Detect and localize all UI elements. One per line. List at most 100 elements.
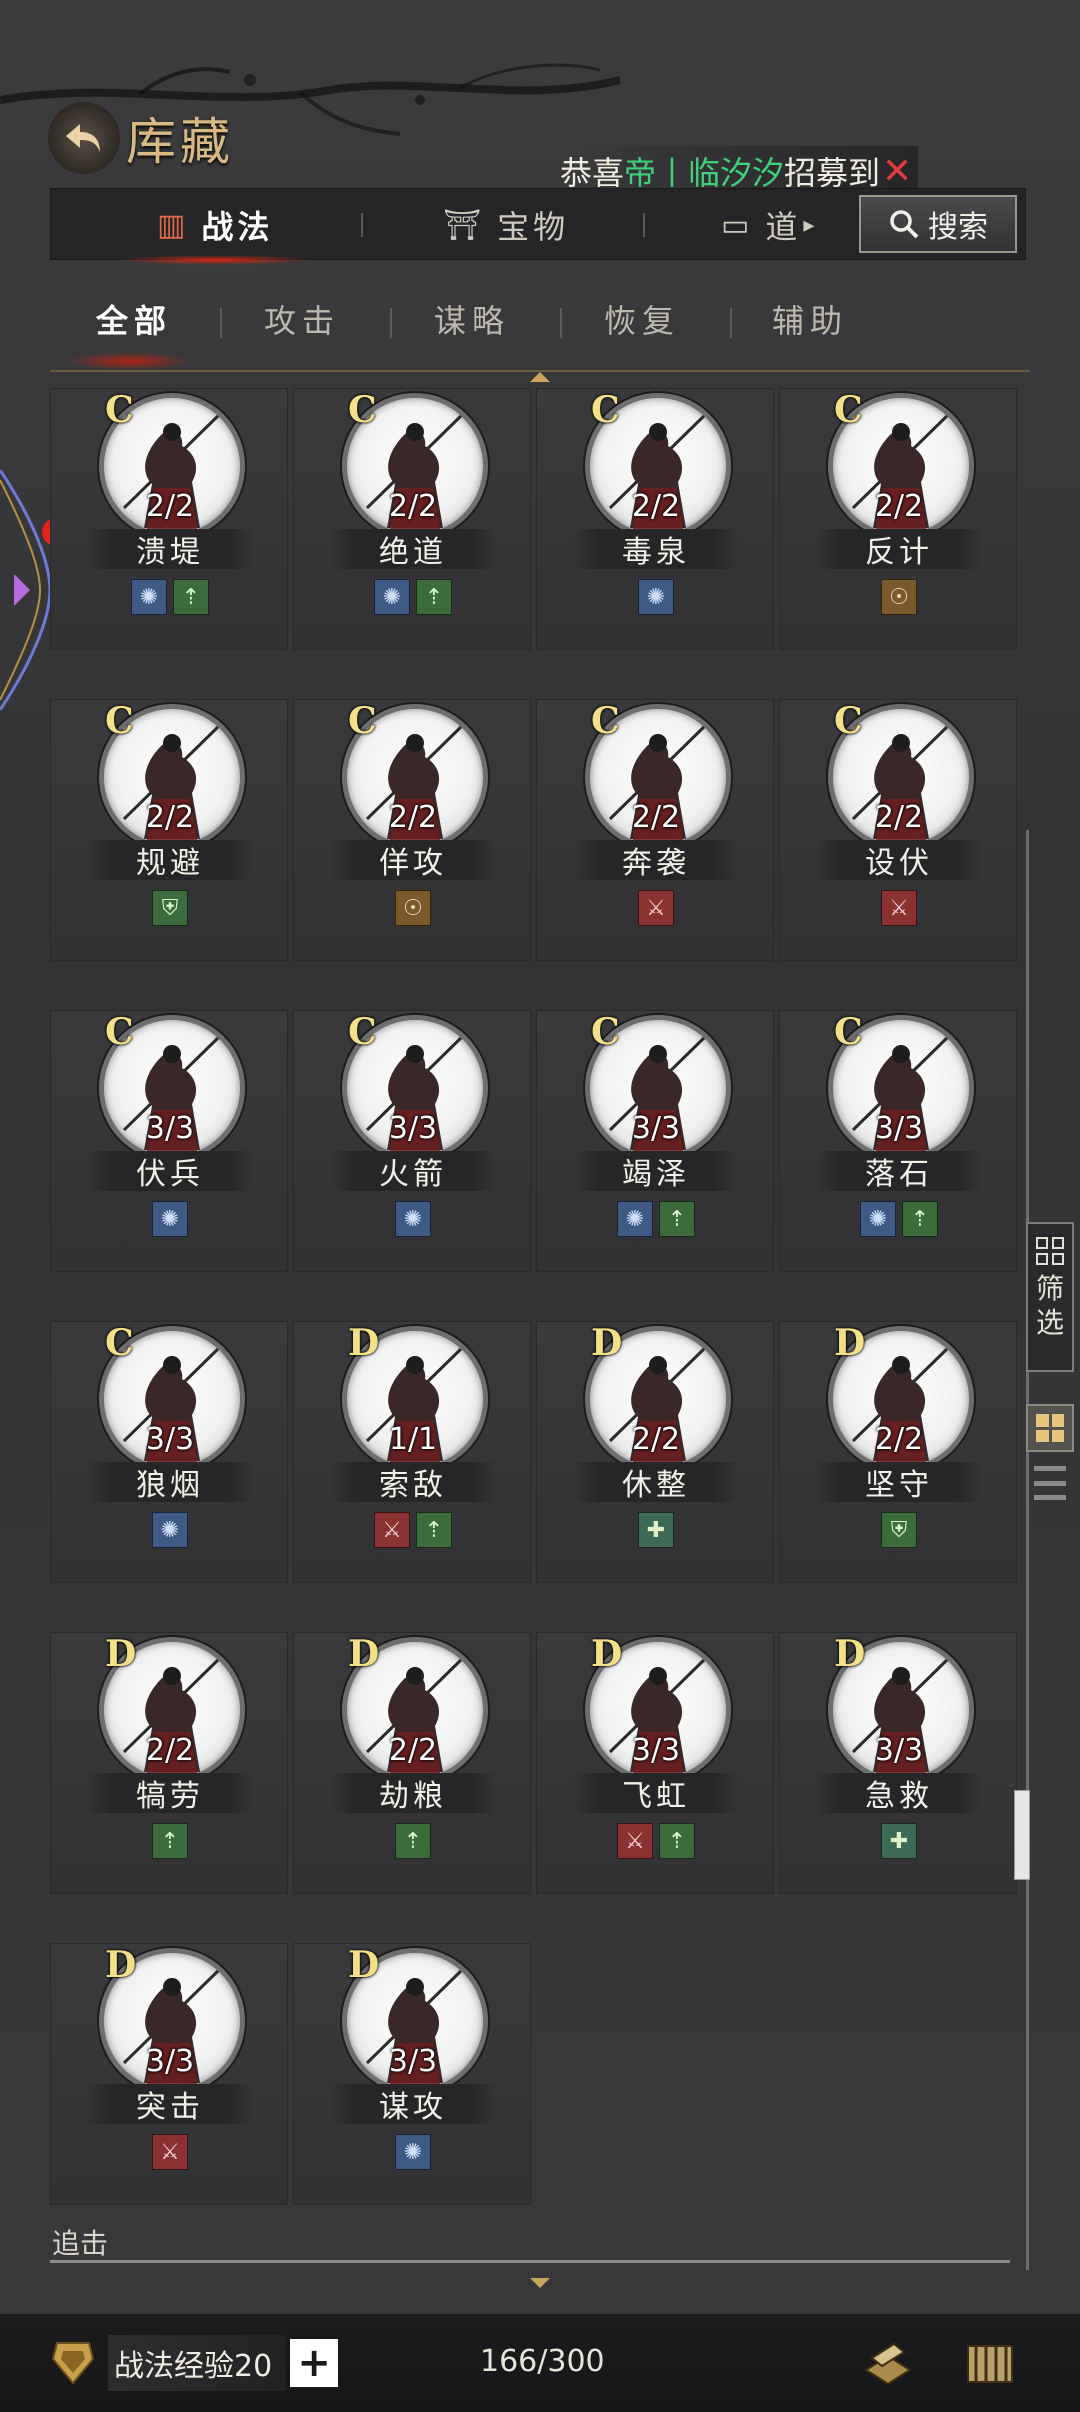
tab-items-arrow-icon: ▸ bbox=[803, 212, 819, 238]
tactic-card[interactable]: D 2/2 犒劳 ⇡ bbox=[50, 1632, 288, 1894]
scroll-up-indicator-icon bbox=[530, 372, 550, 382]
tactic-name: 落石 bbox=[816, 1151, 982, 1192]
scroll-bundle-icon[interactable] bbox=[958, 2332, 1022, 2396]
subtab-all[interactable]: 全部 bbox=[65, 296, 193, 370]
tactic-name: 火箭 bbox=[330, 1151, 496, 1192]
tactic-card[interactable]: C 3/3 落石 ✺ ⇡ bbox=[779, 1010, 1017, 1272]
attack-type-icon: ⚔ bbox=[881, 890, 917, 926]
grade-badge: C bbox=[105, 700, 134, 742]
buff-type-icon: ⇡ bbox=[416, 579, 452, 615]
scrollbar-thumb[interactable] bbox=[1014, 1790, 1030, 1880]
tab-treasure[interactable]: ⛩ 宝物 bbox=[443, 189, 569, 261]
tactic-count: 3/3 bbox=[145, 2044, 195, 2079]
tactic-name: 狼烟 bbox=[87, 1462, 253, 1503]
subtab-recover[interactable]: 恢复 bbox=[604, 296, 680, 342]
storage-capacity: 166/300 bbox=[480, 2344, 605, 2379]
tactic-card[interactable]: C 2/2 绝道 ✺ ⇡ bbox=[293, 388, 531, 650]
grade-badge: D bbox=[105, 1944, 137, 1986]
grade-badge: C bbox=[834, 1011, 863, 1053]
grade-badge: D bbox=[591, 1633, 623, 1675]
subtab-divider bbox=[220, 308, 222, 338]
tactic-type-icons: ☉ bbox=[780, 579, 1018, 615]
tactic-card[interactable]: C 2/2 毒泉 ✺ bbox=[536, 388, 774, 650]
tactic-count: 3/3 bbox=[631, 1733, 681, 1768]
grid-view-toggle-icon[interactable] bbox=[1026, 1404, 1074, 1452]
back-button[interactable] bbox=[48, 102, 120, 174]
tactic-name: 伏兵 bbox=[87, 1151, 253, 1192]
tactic-card[interactable]: C 3/3 竭泽 ✺ ⇡ bbox=[536, 1010, 774, 1272]
subtab-strategy[interactable]: 谋略 bbox=[434, 296, 510, 342]
tactic-count: 2/2 bbox=[631, 1422, 681, 1457]
tactic-type-icons: ✚ bbox=[537, 1512, 775, 1548]
grade-badge: C bbox=[348, 389, 377, 431]
tactic-count: 2/2 bbox=[145, 1733, 195, 1768]
tab-items[interactable]: ▭ 道 ▸ bbox=[721, 189, 818, 261]
expand-arrow-icon bbox=[14, 574, 30, 606]
add-exp-button[interactable]: + bbox=[290, 2339, 339, 2387]
tactic-card[interactable]: D 2/2 劫粮 ⇡ bbox=[293, 1632, 531, 1894]
notice-close-icon[interactable]: ✕ bbox=[882, 151, 912, 192]
tactic-type-icons: ✺ ⇡ bbox=[51, 579, 289, 615]
heal-type-icon: ✚ bbox=[638, 1512, 674, 1548]
tactic-card[interactable]: C 3/3 伏兵 ✺ bbox=[50, 1010, 288, 1272]
subtab-attack[interactable]: 攻击 bbox=[264, 296, 340, 342]
tactic-name: 劫粮 bbox=[330, 1773, 496, 1814]
filter-button[interactable]: 筛 选 bbox=[1026, 1222, 1074, 1372]
subtab-divider bbox=[560, 308, 562, 338]
grade-badge: C bbox=[105, 389, 134, 431]
strategy-type-icon: ✺ bbox=[152, 1512, 188, 1548]
list-view-toggle-icon[interactable] bbox=[1034, 1466, 1066, 1500]
tactic-card[interactable]: C 3/3 火箭 ✺ bbox=[293, 1010, 531, 1272]
tactic-card[interactable]: C 2/2 奔袭 ⚔ bbox=[536, 699, 774, 961]
attack-type-icon: ⚔ bbox=[638, 890, 674, 926]
tactic-card[interactable]: D 3/3 急救 ✚ bbox=[779, 1632, 1017, 1894]
search-label: 搜索 bbox=[928, 210, 988, 245]
subtab-support[interactable]: 辅助 bbox=[772, 296, 848, 342]
tab-treasure-label: 宝物 bbox=[497, 208, 570, 246]
search-button[interactable]: 搜索 bbox=[859, 195, 1017, 253]
tactic-type-icons: ⚔ bbox=[537, 890, 775, 926]
strategy-type-icon: ✺ bbox=[395, 1201, 431, 1237]
tactic-name: 规避 bbox=[87, 840, 253, 881]
tactic-card[interactable]: C 2/2 溃堤 ✺ ⇡ bbox=[50, 388, 288, 650]
filter-label-1: 筛 bbox=[1035, 1272, 1064, 1305]
tactic-card[interactable]: D 3/3 突击 ⚔ bbox=[50, 1943, 288, 2205]
tactic-name: 急救 bbox=[816, 1773, 982, 1814]
buff-type-icon: ⇡ bbox=[152, 1823, 188, 1859]
strategy-type-icon: ✺ bbox=[152, 1201, 188, 1237]
tactic-count: 2/2 bbox=[388, 1733, 438, 1768]
tactic-card[interactable]: D 3/3 飞虹 ⚔ ⇡ bbox=[536, 1632, 774, 1894]
bottom-bar: 战法经验20 + 166/300 bbox=[0, 2314, 1080, 2412]
subtab-divider bbox=[390, 308, 392, 338]
tactic-card[interactable]: D 2/2 坚守 ⛨ bbox=[779, 1321, 1017, 1583]
tactic-name: 休整 bbox=[573, 1462, 739, 1503]
tactic-type-icons: ⚔ bbox=[780, 890, 1018, 926]
tactic-count: 2/2 bbox=[631, 489, 681, 524]
attack-type-icon: ⚔ bbox=[152, 2134, 188, 2170]
tactic-name: 坚守 bbox=[816, 1462, 982, 1503]
tactic-type-icons: ✺ bbox=[537, 579, 775, 615]
tactic-type-icons: ⛨ bbox=[51, 890, 289, 926]
tactic-card[interactable]: D 2/2 休整 ✚ bbox=[536, 1321, 774, 1583]
tactic-card[interactable]: D 3/3 谋攻 ✺ bbox=[293, 1943, 531, 2205]
tactic-card[interactable]: C 3/3 狼烟 ✺ bbox=[50, 1321, 288, 1583]
strategy-type-icon: ✺ bbox=[638, 579, 674, 615]
grade-badge: D bbox=[591, 1322, 623, 1364]
tactic-card[interactable]: C 2/2 设伏 ⚔ bbox=[779, 699, 1017, 961]
tactic-book-icon[interactable] bbox=[856, 2332, 920, 2396]
tactic-card[interactable]: C 2/2 反计 ☉ bbox=[779, 388, 1017, 650]
tactic-type-icons: ✺ ⇡ bbox=[780, 1201, 1018, 1237]
scroll-icon: ▥ bbox=[157, 207, 190, 243]
tactic-card[interactable]: C 2/2 佯攻 ☉ bbox=[293, 699, 531, 961]
tactic-name: 奔袭 bbox=[573, 840, 739, 881]
tactic-card[interactable]: C 2/2 规避 ⛨ bbox=[50, 699, 288, 961]
grade-badge: C bbox=[348, 1011, 377, 1053]
strategy-type-icon: ✺ bbox=[374, 579, 410, 615]
tactic-type-icons: ⇡ bbox=[51, 1823, 289, 1859]
tactic-type-icons: ✺ bbox=[294, 1201, 532, 1237]
tactic-type-icons: ⇡ bbox=[294, 1823, 532, 1859]
tactic-card[interactable]: D 1/1 索敌 ⚔ ⇡ bbox=[293, 1321, 531, 1583]
tab-tactics[interactable]: ▥ 战法 bbox=[116, 189, 314, 265]
scrollbar-track[interactable] bbox=[1026, 830, 1029, 2270]
grade-badge: D bbox=[348, 1944, 380, 1986]
